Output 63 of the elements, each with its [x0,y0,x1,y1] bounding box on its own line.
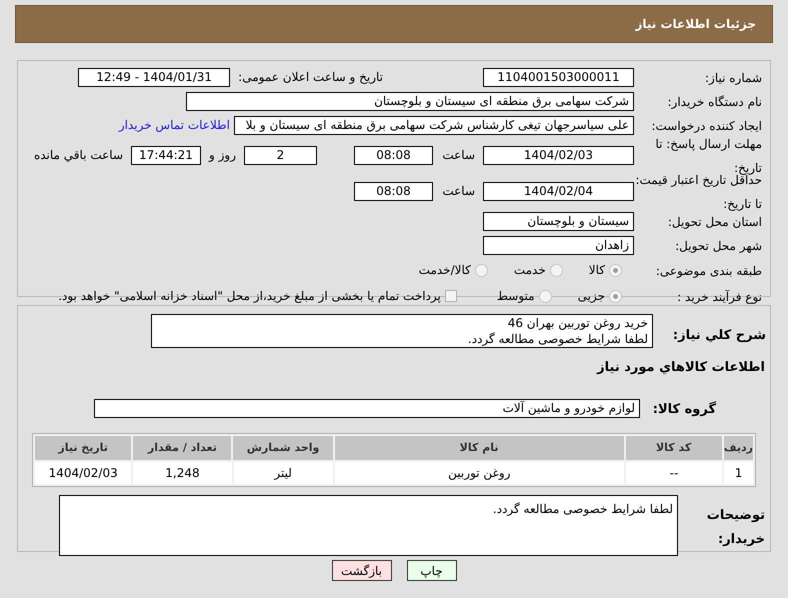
text-field[interactable]: 1404/02/03 [483,146,634,164]
field-label: استان محل تحویل: [668,215,762,229]
section-heading: اطلاعات كالاهاي مورد نياز [597,360,765,375]
column-header: نام کالا [334,436,624,460]
radio-label: متوسط [496,288,535,305]
field-label: حداقل تاریخ اعتبار قیمت: تا تاریخ: [635,173,762,211]
back-button[interactable]: بازگشت [332,560,392,581]
column-header: واحد شمارش [233,436,333,460]
field-label: شرح كلي نياز: [672,328,766,343]
radio-label: کالا [588,262,605,279]
text-field[interactable]: 08:08 [354,182,433,200]
field-label: گروه کالا: [652,402,716,417]
radio-button[interactable] [609,264,622,276]
radio-button[interactable] [550,264,563,276]
text-field[interactable]: علی سیاسرجهان تیغی کارشناس شرکت سهامی برق منطقه ای سیستان و بلا [234,116,634,134]
field-label: شماره نیاز: [705,71,762,85]
notes-field[interactable]: لطفا شرایط خصوصی مطالعه گردد. [59,495,678,556]
remaining-label: ساعت باقي مانده [34,147,124,164]
print-button[interactable]: چاپ [406,560,456,581]
text-field[interactable]: 1104001503000011 [483,68,634,86]
description-line: خرید روغن توربین بهران 46 [506,315,648,331]
field-label: مهلت ارسال پاسخ: تا تاریخ: [655,137,762,175]
days-label: روز و [208,147,237,164]
description-line: لطفا شرایط خصوصی مطالعه گردد. [466,331,648,347]
field-label: نام دستگاه خریدار: [668,95,762,109]
radio-button[interactable] [474,264,488,276]
description-field[interactable]: خرید روغن توربین بهران 46 لطفا شرایط خصوصی مطالعه گردد. [151,314,653,348]
field-label: شهر محل تحویل: [675,239,762,253]
radio-button[interactable] [609,290,622,302]
text-field[interactable]: شرکت سهامی برق منطقه ای سیستان و بلوچستان [186,92,634,110]
radio-label: کالا/خدمت [418,262,471,279]
column-header: تعداد / مقدار [133,436,232,460]
radio-label: جزیی [578,288,605,305]
table-cell: لیتر [234,462,333,484]
table-cell: روغن توربین [334,462,624,484]
table-cell: 1,248 [133,462,232,484]
text-field[interactable]: زاهدان [483,236,634,254]
checkbox[interactable] [444,290,457,302]
field-label: ایجاد کننده درخواست: [651,119,762,133]
table-cell: 1 [724,462,753,484]
radio-label: خدمت [514,262,546,279]
column-header: کد کالا [626,436,722,460]
time-label: ساعت [441,147,476,164]
text-field[interactable]: 08:08 [354,146,433,164]
field-label: تاریخ و ساعت اعلان عمومی: [238,69,383,86]
text-field[interactable]: لوازم خودرو و ماشین آلات [94,398,640,418]
text-field[interactable]: 2 [244,146,317,164]
table-cell: -- [626,462,722,484]
field-label: طبقه بندی موضوعی: [656,264,762,278]
text-field[interactable]: 1404/02/04 [483,182,634,200]
text-field[interactable]: 1404/01/31 - 12:49 [78,68,230,86]
field-label: نوع فرآیند خرید : [677,290,762,304]
field-label: توضیحات خریدار: [706,508,765,546]
contact-link[interactable]: اطلاعات تماس خریدار [118,116,230,134]
column-header: ردیف [724,436,753,460]
text-field[interactable]: 17:44:21 [131,146,201,164]
checkbox-label: پرداخت تمام یا بخشی از مبلغ خرید،از محل "اسناد خزانه اسلامی" خواهد بود. [58,288,441,305]
text-field[interactable]: سیستان و بلوچستان [483,212,634,230]
table-cell: 1404/02/03 [35,462,132,484]
time-label: ساعت [441,183,476,200]
column-header: تاریخ نیاز [35,436,132,460]
page-title: جزئیات اطلاعات نیاز [635,16,756,33]
radio-button[interactable] [538,290,552,302]
